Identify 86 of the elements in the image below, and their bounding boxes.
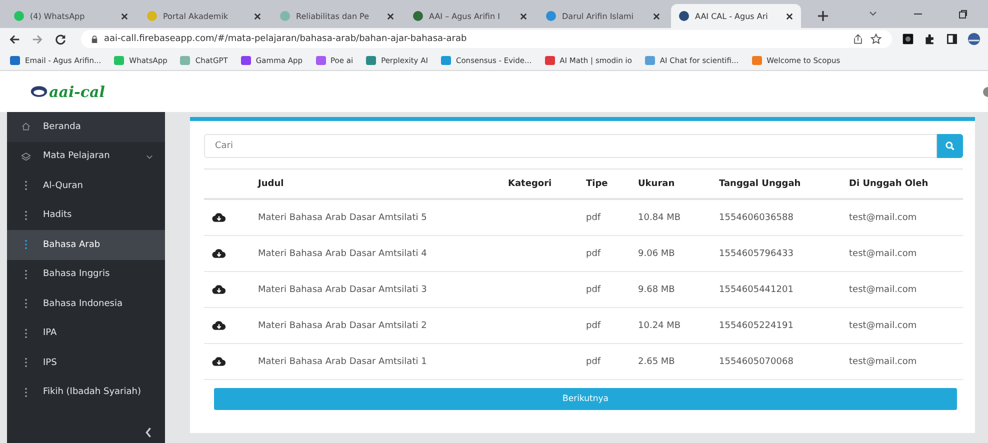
search-button[interactable] xyxy=(937,134,963,158)
column-header: Kategori xyxy=(508,179,553,189)
extension-icon[interactable] xyxy=(902,33,914,45)
forward-icon[interactable] xyxy=(31,32,44,46)
table-cell-text: test@mail.com xyxy=(849,248,918,258)
close-icon[interactable] xyxy=(786,12,793,20)
table-cell-text: test@mail.com xyxy=(849,356,918,366)
tab-title: Darul Arifin Islami xyxy=(562,12,634,20)
close-icon[interactable] xyxy=(653,12,660,20)
side-panel-icon[interactable] xyxy=(946,33,958,45)
restore-icon[interactable] xyxy=(958,9,968,19)
column-header: Ukuran xyxy=(638,179,676,189)
table-cell-text: pdf xyxy=(586,320,602,330)
table-cell-text: pdf xyxy=(586,248,602,258)
table-cell-text: test@mail.com xyxy=(849,284,918,294)
table-cell-text: Materi Bahasa Arab Dasar Amtsilati 3 xyxy=(258,284,428,294)
home-icon xyxy=(21,121,31,132)
close-icon[interactable] xyxy=(121,12,128,20)
table-cell-text: Materi Bahasa Arab Dasar Amtsilati 1 xyxy=(258,356,428,366)
table-cell-text: 2.65 MB xyxy=(638,356,676,366)
sidebar-item[interactable]: Hadits xyxy=(7,200,165,230)
browser-tab[interactable]: Portal Akademik xyxy=(139,4,269,28)
lock-icon xyxy=(91,34,98,44)
layers-icon xyxy=(21,150,31,162)
puzzle-icon[interactable] xyxy=(924,33,936,45)
collapse-icon[interactable] xyxy=(145,426,152,438)
sidebar-item[interactable]: Beranda xyxy=(7,112,165,142)
column-header: Tanggal Unggah xyxy=(719,179,802,189)
address-bar[interactable]: aai-call.firebaseapp.com/#/mata-pelajaran/bahasa-arab/bahan-ajar-bahasa-arab xyxy=(81,30,892,48)
sidebar-item[interactable]: Bahasa Indonesia xyxy=(7,289,165,318)
table-cell-text: 1554606036588 xyxy=(719,212,794,222)
cloud-download-icon[interactable] xyxy=(212,248,226,259)
sidebar-item[interactable]: Fikih (Ibadah Syariah) xyxy=(7,378,165,407)
table-cell-text: 1554605070068 xyxy=(719,356,794,366)
close-icon[interactable] xyxy=(387,12,394,20)
sidebar-item[interactable]: Bahasa Arab xyxy=(7,230,165,260)
column-header: Tipe xyxy=(586,179,609,189)
table-cell-text: 9.68 MB xyxy=(638,284,676,294)
table-cell-text: Materi Bahasa Arab Dasar Amtsilati 2 xyxy=(258,320,428,330)
table-cell-text: 1554605224191 xyxy=(719,320,794,330)
sidebar-item[interactable]: IPS xyxy=(7,348,165,378)
reload-icon[interactable] xyxy=(54,32,67,46)
share-icon[interactable] xyxy=(852,33,864,45)
table-cell-text: Materi Bahasa Arab Dasar Amtsilati 4 xyxy=(258,248,428,258)
close-icon[interactable] xyxy=(520,12,527,20)
table-cell-text: 1554605441201 xyxy=(719,284,794,294)
logo-icon xyxy=(30,85,48,98)
new-tab-icon[interactable] xyxy=(818,11,828,21)
browser-tab[interactable]: AAI CAL - Agus Ari xyxy=(671,4,801,28)
sidebar-item[interactable]: Al-Quran xyxy=(7,171,165,200)
table-cell-text: pdf xyxy=(586,356,602,366)
browser-tab[interactable]: Darul Arifin Islami xyxy=(538,4,668,28)
tab-title: Portal Akademik xyxy=(163,12,230,20)
close-icon[interactable] xyxy=(254,12,261,20)
browser-tab[interactable]: AAI – Agus Arifin I xyxy=(405,4,535,28)
cloud-download-icon[interactable] xyxy=(212,212,226,223)
back-icon[interactable] xyxy=(8,32,21,46)
cloud-download-icon[interactable] xyxy=(212,284,226,295)
tab-title: (4) WhatsApp xyxy=(30,12,86,20)
search-icon xyxy=(945,141,955,151)
table-cell-text: 9.06 MB xyxy=(638,248,676,258)
table-cell-text: test@mail.com xyxy=(849,212,918,222)
browser-tab[interactable]: (4) WhatsApp xyxy=(6,4,136,28)
cloud-download-icon[interactable] xyxy=(212,320,226,331)
tab-title: AAI CAL - Agus Ari xyxy=(695,12,769,20)
tab-title: Reliabilitas dan Pe xyxy=(296,12,370,20)
column-header: Di Unggah Oleh xyxy=(849,179,930,189)
logo-text[interactable]: aai-cal xyxy=(49,82,105,100)
table-cell-text: pdf xyxy=(586,212,602,222)
url-text: aai-call.firebaseapp.com/#/mata-pelajaran/bahasa-arab/bahan-ajar-bahasa-arab xyxy=(104,34,467,44)
table-cell-text: 10.24 MB xyxy=(638,320,682,330)
table-cell-text: 1554605796433 xyxy=(719,248,794,258)
cloud-download-icon[interactable] xyxy=(212,356,226,367)
column-header: Judul xyxy=(258,179,285,189)
profile-icon[interactable] xyxy=(968,33,980,45)
table-cell-text: pdf xyxy=(586,284,602,294)
sidebar-item[interactable]: Mata Pelajaran xyxy=(7,142,165,171)
browser-tab[interactable]: Reliabilitas dan Pe xyxy=(272,4,402,28)
table-cell-text: 10.84 MB xyxy=(638,212,682,222)
tab-title: AAI – Agus Arifin I xyxy=(429,12,501,20)
table-cell-text: test@mail.com xyxy=(849,320,918,330)
star-icon[interactable] xyxy=(870,33,882,45)
sidebar-item[interactable]: Bahasa Inggris xyxy=(7,260,165,289)
search-field[interactable]: Cari xyxy=(204,134,937,158)
sidebar-item[interactable]: IPA xyxy=(7,318,165,348)
table-cell-text: Materi Bahasa Arab Dasar Amtsilati 5 xyxy=(258,212,428,222)
